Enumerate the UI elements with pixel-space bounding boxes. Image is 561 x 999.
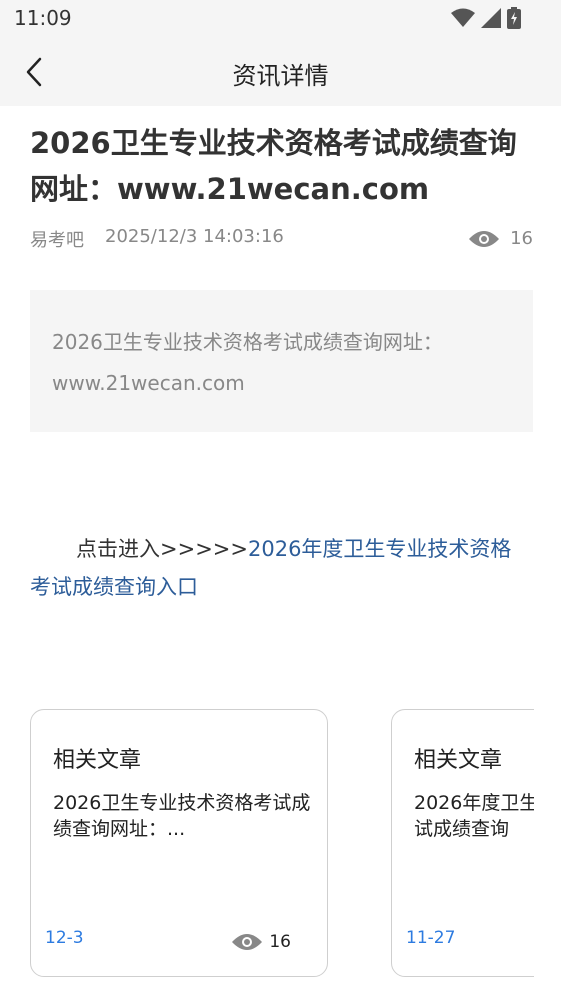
battery-icon <box>507 7 521 29</box>
related-card-view-count: 16 <box>269 932 291 952</box>
status-time: 11:09 <box>14 6 72 30</box>
related-card-views: 16 <box>231 932 291 952</box>
related-card[interactable]: 相关文章 2026卫生专业技术资格考试成绩查询网址：... 12-3 16 <box>30 709 328 977</box>
article-view-count: 16 <box>510 228 533 249</box>
article-date: 2025/12/3 14:03:16 <box>105 226 284 247</box>
related-card-heading: 相关文章 <box>414 748 503 773</box>
eye-icon <box>232 934 263 950</box>
related-card[interactable]: 相关文章 2026年度卫生专业技术资格考试成绩查询 11-27 <box>391 709 534 977</box>
related-card-summary: 2026年度卫生专业技术资格考试成绩查询 <box>414 792 534 840</box>
related-card-heading: 相关文章 <box>53 748 142 773</box>
article-source: 易考吧 <box>30 230 84 251</box>
summary-text: 2026卫生专业技术资格考试成绩查询网址：www.21wecan.com <box>52 330 443 395</box>
summary-box: 2026卫生专业技术资格考试成绩查询网址：www.21wecan.com <box>30 290 533 432</box>
page-title: 资讯详情 <box>232 62 329 90</box>
related-articles: 相关文章 2026卫生专业技术资格考试成绩查询网址：... 12-3 16 相关… <box>0 700 534 999</box>
eye-icon <box>469 230 500 247</box>
wifi-icon <box>451 8 475 27</box>
status-bar: 11:09 <box>0 0 561 38</box>
article-body: 点击进入>>>>>2026年度卫生专业技术资格考试成绩查询入口 <box>30 530 530 606</box>
nav-bar: 资讯详情 <box>0 38 561 106</box>
related-card-date: 11-27 <box>406 928 456 948</box>
article-views: 16 <box>468 228 533 249</box>
signal-icon <box>481 8 501 28</box>
related-card-date: 12-3 <box>45 928 84 948</box>
status-icons <box>451 7 521 29</box>
article-title: 2026卫生专业技术资格考试成绩查询网址：www.21wecan.com <box>30 126 517 206</box>
body-prefix: 点击进入>>>>> <box>76 537 248 561</box>
related-card-summary: 2026卫生专业技术资格考试成绩查询网址：... <box>53 792 311 840</box>
article-meta: 易考吧 2025/12/3 14:03:16 16 <box>30 224 533 256</box>
